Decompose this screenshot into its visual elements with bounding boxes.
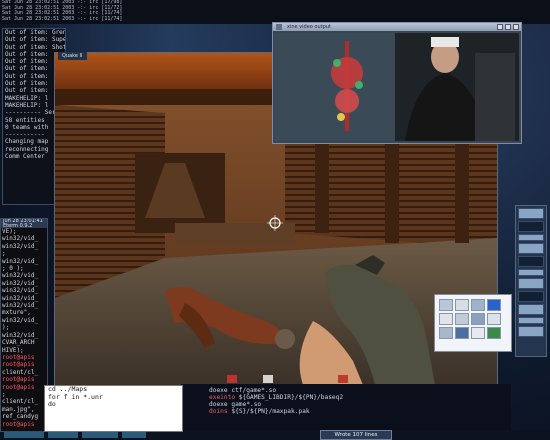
console-line: Out of item: Shotgun (5, 43, 65, 51)
terminal-line: root@apis (2, 361, 35, 369)
maximize-icon[interactable] (505, 24, 511, 30)
terminal-line: win32/vid_ (2, 302, 39, 310)
terminal-line: HIVE); (2, 346, 24, 354)
minimize-icon[interactable] (497, 24, 503, 30)
thumbnail[interactable] (487, 313, 501, 325)
dock-app-icon[interactable] (518, 221, 544, 232)
terminal-line: win32/vid_ (2, 331, 39, 339)
dock-app-icon[interactable] (518, 278, 544, 289)
terminal-line: mxture", (2, 309, 31, 317)
dock-app-icon[interactable] (518, 256, 544, 267)
editor-line: doins ${S}/${PN}/maxpak.pak (181, 408, 511, 415)
editor-pane[interactable]: doexe ctf/game*.so exeinto ${GAMES_LIBDIR… (181, 384, 511, 430)
thumbnail[interactable] (455, 313, 469, 325)
dock-app-icon[interactable] (518, 243, 544, 254)
shell-line: do (48, 400, 56, 408)
thumbnail[interactable] (471, 299, 485, 311)
dock-app-icon[interactable] (518, 304, 544, 315)
video-picture (275, 33, 519, 141)
health-icon (227, 375, 237, 383)
terminal-line: win32/vid_ (2, 242, 39, 250)
top-status-log: Sat Jun 28 23:02:51 2003 -:- irc [17/98]… (0, 0, 550, 24)
taskbar-item[interactable] (82, 432, 118, 438)
taskbar-item[interactable] (122, 432, 146, 438)
taskbar-item[interactable] (4, 432, 44, 438)
dock-panel[interactable] (515, 205, 547, 357)
terminal-line: root@apis (2, 353, 35, 361)
editor-keyword: exeinto (209, 394, 236, 401)
video-window[interactable]: xine video output (272, 22, 522, 144)
terminal-line: root@apis (2, 383, 35, 391)
taskbar-item[interactable] (48, 432, 78, 438)
dock-app-icon[interactable] (518, 291, 544, 302)
dock-app-icon[interactable] (518, 234, 544, 241)
thumbnail[interactable] (439, 313, 453, 325)
terminal-line: win32/vid_ (2, 316, 39, 324)
dock-app-icon[interactable] (518, 269, 544, 276)
terminal-line: ; (2, 250, 6, 258)
video-frame[interactable] (275, 33, 519, 141)
editor-line: doexe game*.so (181, 401, 511, 408)
editor-code: ${S}/${PN}/maxpak.pak (227, 408, 310, 415)
video-titlebar[interactable]: xine video output (273, 23, 521, 31)
terminal-line: ; (2, 390, 6, 398)
editor-code: ${GAMES_LIBDIR}/${PN}/baseq2 (235, 394, 344, 401)
terminal-line: CVAR_ARCH (2, 339, 35, 347)
video-window-title: xine video output (287, 24, 331, 30)
terminal-line: win32/vid_ (2, 272, 39, 280)
editor-code: doexe ctf/game*.so (209, 387, 277, 394)
terminal-line: win32/vid_ (2, 257, 39, 265)
thumbnail[interactable] (487, 327, 501, 339)
terminal-line: ; 0 ); (2, 265, 24, 273)
shell-window[interactable]: cd ../Maps for f in *.unr do (44, 385, 183, 432)
thumbnail[interactable] (471, 313, 485, 325)
terminal-line: client/cl_ (2, 398, 39, 406)
dock-app-icon[interactable] (518, 326, 544, 337)
editor-status-message: Wrote 107 lines (320, 430, 392, 440)
thumbnail[interactable] (455, 299, 469, 311)
shell-line: for f in *.unr (48, 392, 103, 401)
game-window-title[interactable]: Quake II (58, 52, 87, 60)
thumbnail[interactable] (471, 327, 485, 339)
window-menu-icon[interactable] (276, 24, 282, 30)
console-line: Out of item: Grenade Launcher (5, 29, 65, 36)
terminal-line: client/cl_ (2, 368, 39, 376)
terminal-line: VE); (2, 228, 17, 235)
editor-text: doexe ctf/game*.so exeinto ${GAMES_LIBDIR… (181, 384, 511, 415)
terminal-titlebar[interactable]: Jun 28 23:01:41 Eterm 0.9.2 (1, 219, 47, 228)
editor-keyword: doins (209, 408, 228, 415)
dock-app-icon[interactable] (518, 208, 544, 219)
console-line: Out of item: Super Shotgun (5, 36, 65, 44)
terminal-line: root@apis (2, 376, 35, 384)
thumbnail-window[interactable] (434, 294, 512, 352)
dock-app-icon[interactable] (518, 317, 544, 324)
terminal-line: ); (2, 324, 10, 332)
armor-icon (338, 375, 348, 383)
thumbnail[interactable] (439, 327, 453, 339)
terminal-line: man.jpg", (2, 405, 35, 413)
terminal-line: win32/vid_ (2, 279, 39, 287)
ammo-icon (263, 375, 273, 383)
terminal-line: win32/vid_ (2, 287, 39, 295)
terminal-line: win32/vid_ (2, 294, 39, 302)
terminal-line: root@apis (2, 420, 35, 428)
thumbnail[interactable] (439, 299, 453, 311)
terminal-window[interactable]: Jun 28 23:01:41 Eterm 0.9.2 VE); win32/vi… (0, 218, 48, 432)
terminal-line: ref_candyg (2, 413, 39, 421)
thumbnail[interactable] (487, 299, 501, 311)
close-icon[interactable] (513, 24, 519, 30)
terminal-output: VE); win32/vid_ win32/vid_; win32/vid_; 0 )… (1, 228, 47, 428)
editor-line: exeinto ${GAMES_LIBDIR}/${PN}/baseq2 (181, 394, 511, 401)
editor-code: doexe game*.so (209, 401, 262, 408)
thumbnail[interactable] (455, 327, 469, 339)
terminal-line: win32/vid_ (2, 235, 39, 243)
editor-line: doexe ctf/game*.so (181, 387, 511, 394)
